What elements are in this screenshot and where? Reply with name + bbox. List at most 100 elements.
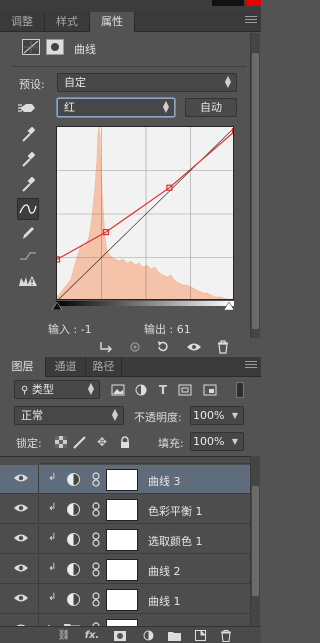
curve-points-tool-icon[interactable] (17, 198, 39, 220)
filter-kind-select[interactable]: ⚲ 类型 ▲ ▼ (14, 380, 100, 399)
layers-scrollbar[interactable] (250, 456, 260, 626)
clip-arrow-icon: ↲ (48, 562, 57, 573)
mask-link-icon[interactable] (92, 592, 102, 607)
scroll-thumb[interactable] (252, 486, 259, 596)
scroll-thumb[interactable] (252, 53, 259, 329)
layer-style-fx-icon[interactable]: fx. (84, 628, 100, 643)
layer-name[interactable]: 曲线 3 (148, 473, 181, 489)
panel-menu-icon[interactable] (245, 16, 257, 26)
panel-menu-icon[interactable] (245, 361, 257, 371)
tab-properties[interactable]: 属性 (90, 12, 135, 32)
blend-mode-select[interactable]: 正常 ▲ ▼ (14, 406, 124, 425)
filter-type-icon[interactable]: T (155, 382, 171, 398)
fill-value: 100% (193, 435, 225, 448)
link-layers-icon[interactable]: ⛓ (56, 628, 72, 643)
mask-link-icon[interactable] (92, 502, 102, 517)
fill-field[interactable]: 100% ▼ (190, 432, 244, 451)
layer-mask-thumbnail[interactable] (106, 559, 138, 581)
column-divider (38, 495, 39, 524)
search-icon: ⚲ (21, 385, 29, 396)
opacity-field[interactable]: 100% ▼ (190, 406, 244, 425)
curves-graph[interactable] (56, 126, 234, 300)
layer-mask-thumbnail[interactable] (106, 619, 138, 626)
mask-link-icon[interactable] (92, 472, 102, 487)
tab-paths[interactable]: 路径 (86, 357, 122, 377)
tab-styles[interactable]: 样式 (45, 12, 90, 32)
properties-footer (0, 337, 261, 357)
delete-trash-icon[interactable] (215, 339, 231, 355)
filter-pixel-icon[interactable] (110, 382, 126, 398)
layer-name[interactable]: 色彩平衡 1 (148, 503, 203, 519)
clip-to-layer-icon[interactable] (98, 339, 114, 355)
black-point-eyedropper-icon[interactable] (17, 124, 39, 146)
preset-select[interactable]: 自定 ▲ ▼ (57, 73, 237, 92)
view-previous-state-icon[interactable] (127, 339, 143, 355)
delete-layer-icon[interactable] (218, 628, 234, 643)
lock-transparent-pixels-icon[interactable] (53, 434, 69, 450)
layer-row[interactable]: ↲ 曲线 1 (0, 585, 250, 614)
foreground-swatch[interactable] (212, 0, 244, 6)
adjustment-title: 曲线 (74, 43, 96, 56)
add-mask-icon[interactable] (112, 628, 128, 643)
visibility-eye-icon[interactable] (13, 472, 29, 486)
filter-adjustment-icon[interactable] (133, 382, 149, 398)
layer-row[interactable]: ↲ 曲线 3 (0, 465, 250, 494)
smooth-curve-icon[interactable] (17, 245, 39, 267)
adjustment-layer-icon[interactable] (67, 503, 80, 516)
layer-name[interactable]: 选取颜色 1 (148, 533, 203, 549)
adjustment-layer-icon[interactable] (67, 563, 80, 576)
tab-adjustments[interactable]: 调整 (0, 12, 45, 32)
new-adjustment-layer-icon[interactable] (140, 628, 156, 643)
select-arrows-icon: ▲ ▼ (87, 381, 94, 396)
layer-mask-thumbnail[interactable] (106, 529, 138, 551)
layer-mask-thumbnail[interactable] (106, 469, 138, 491)
adjustment-layer-icon[interactable] (67, 533, 80, 546)
layer-name[interactable]: 曲线 1 (148, 593, 181, 609)
auto-button[interactable]: 自动 (185, 98, 237, 117)
tab-layers[interactable]: 图层 (0, 357, 46, 377)
white-point-eyedropper-icon[interactable] (17, 174, 39, 196)
adjustment-layer-icon[interactable] (67, 593, 80, 606)
layer-mask-icon[interactable] (46, 39, 64, 55)
visibility-eye-icon[interactable] (13, 532, 29, 546)
gray-point-eyedropper-icon[interactable] (17, 149, 39, 171)
channel-select[interactable]: 红 ▲ ▼ (57, 98, 175, 117)
layer-row[interactable]: ▸组 1 (0, 615, 250, 626)
lock-all-icon[interactable] (117, 434, 133, 450)
reset-icon[interactable] (155, 339, 171, 355)
visibility-eye-icon[interactable] (13, 562, 29, 576)
layer-row[interactable]: ↲ 选取颜色 1 (0, 525, 250, 554)
filter-shape-icon[interactable] (177, 382, 193, 398)
filter-toggle-switch[interactable] (236, 382, 244, 398)
filter-smart-object-icon[interactable] (202, 382, 218, 398)
new-group-icon[interactable] (166, 628, 182, 643)
preset-value: 自定 (64, 76, 86, 89)
layer-name[interactable]: 曲线 2 (148, 563, 181, 579)
clip-arrow-icon: ↲ (48, 532, 57, 543)
white-slider-icon[interactable] (224, 302, 234, 310)
lock-image-pixels-icon[interactable] (72, 434, 88, 450)
visibility-eye-icon[interactable] (186, 339, 202, 355)
mask-link-icon[interactable] (92, 532, 102, 547)
red-channel-curve (57, 132, 233, 260)
pencil-tool-icon[interactable] (17, 222, 39, 244)
mask-link-icon[interactable] (92, 562, 102, 577)
divider (12, 66, 246, 67)
visibility-eye-icon[interactable] (13, 592, 29, 606)
clipping-warning-icon[interactable] (17, 270, 39, 292)
lock-position-icon[interactable]: ✥ (94, 434, 110, 450)
layer-mask-thumbnail[interactable] (106, 499, 138, 521)
background-swatch[interactable] (246, 0, 261, 6)
layer-mask-thumbnail[interactable] (106, 589, 138, 611)
layer-list[interactable]: ↲ 曲线 3 ↲ 色彩平衡 1 ↲ 选取颜色 1 ↲ 曲线 2 ↲ 曲线 1 ▸组 1 (0, 456, 250, 626)
adjustment-layer-icon[interactable] (67, 473, 80, 486)
visibility-eye-icon[interactable] (13, 502, 29, 516)
tab-channels[interactable]: 通道 (46, 357, 86, 377)
layer-row[interactable]: ↲ 曲线 2 (0, 555, 250, 584)
new-layer-icon[interactable] (192, 628, 208, 643)
on-image-adjust-tool-icon[interactable] (17, 96, 39, 118)
layer-row[interactable]: ↲ 色彩平衡 1 (0, 495, 250, 524)
properties-scrollbar[interactable] (250, 33, 260, 338)
curve-control-point[interactable] (231, 128, 235, 135)
black-slider-icon[interactable] (52, 302, 62, 310)
